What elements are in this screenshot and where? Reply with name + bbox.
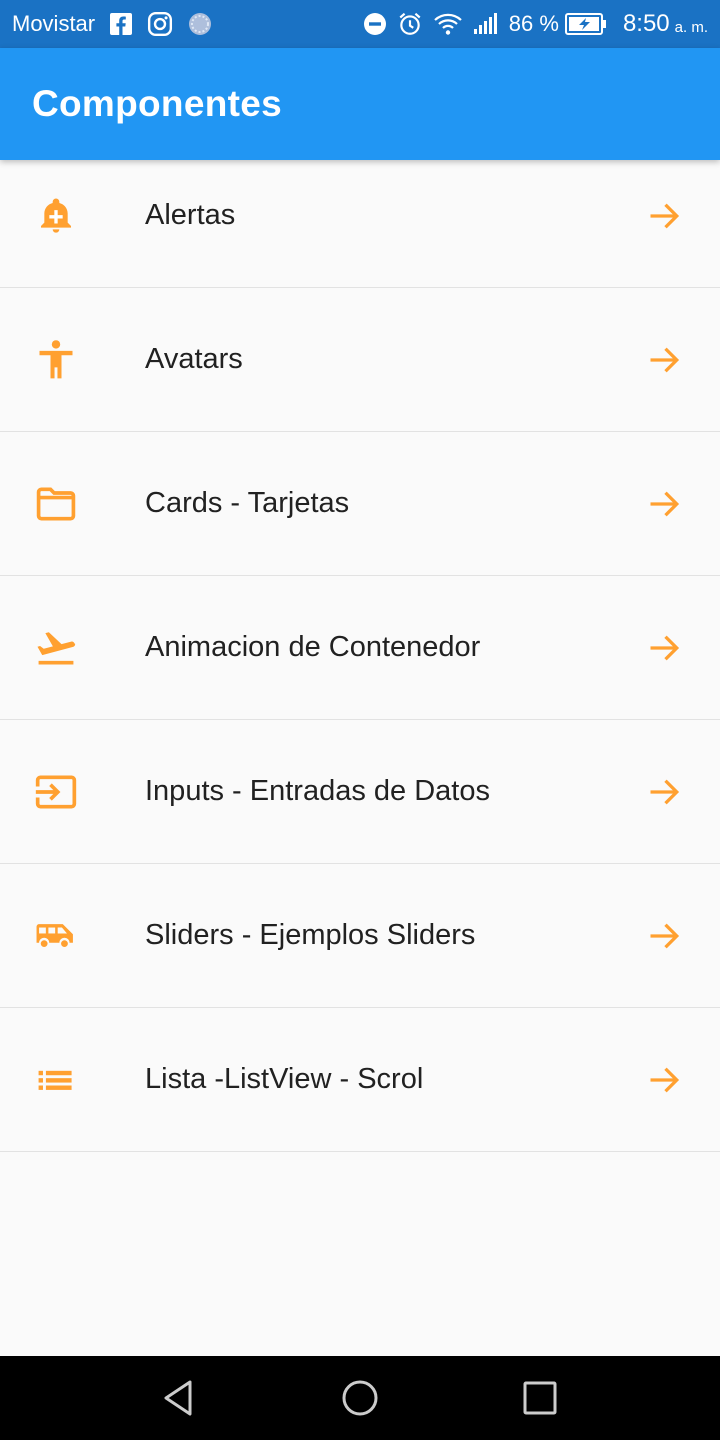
airport-shuttle-icon	[34, 914, 78, 958]
home-icon[interactable]	[330, 1368, 390, 1428]
menu-list: Alertas Avatars Cards - Tarjetas Animaci…	[0, 144, 720, 1152]
carrier-name: Movistar	[12, 11, 96, 36]
clock-suffix: a. m.	[674, 18, 708, 36]
arrow-forward-icon[interactable]	[644, 484, 684, 524]
status-bar-left: Movistar	[12, 11, 227, 37]
list-item-label: Avatars	[145, 343, 243, 375]
signal-icon	[473, 13, 499, 35]
list-item-alertas[interactable]: Alertas	[0, 144, 720, 288]
list-item-lista[interactable]: Lista -ListView - Scrol	[0, 1008, 720, 1152]
list-item-avatars[interactable]: Avatars	[0, 288, 720, 432]
input-icon	[34, 770, 78, 814]
screen: Movistar 86 % 8:50 a. m. Componentes Ale…	[0, 0, 720, 1440]
sync-dots-icon	[187, 11, 213, 37]
back-icon[interactable]	[150, 1368, 210, 1428]
facebook-icon	[109, 12, 133, 36]
navigation-bar	[0, 1356, 720, 1440]
arrow-forward-icon[interactable]	[644, 1060, 684, 1100]
alarm-icon	[397, 11, 423, 37]
arrow-forward-icon[interactable]	[644, 340, 684, 380]
list-item-label: Inputs - Entradas de Datos	[145, 775, 490, 807]
list-item-inputs[interactable]: Inputs - Entradas de Datos	[0, 720, 720, 864]
app-bar: Componentes	[0, 48, 720, 160]
arrow-forward-icon[interactable]	[644, 916, 684, 956]
wifi-icon	[433, 11, 463, 37]
list-item-cards[interactable]: Cards - Tarjetas	[0, 432, 720, 576]
list-item-label: Alertas	[145, 199, 236, 231]
list-item-label: Animacion de Contenedor	[145, 631, 481, 663]
arrow-forward-icon[interactable]	[644, 772, 684, 812]
do-not-disturb-icon	[363, 12, 387, 36]
recents-icon[interactable]	[510, 1368, 570, 1428]
add-alert-icon	[34, 194, 78, 238]
page-title: Componentes	[32, 83, 282, 124]
battery-charging-icon	[564, 12, 607, 36]
list-item-label: Cards - Tarjetas	[145, 487, 350, 519]
list-item-label: Lista -ListView - Scrol	[145, 1063, 424, 1095]
folder-icon	[34, 482, 78, 526]
status-bar: Movistar 86 % 8:50 a. m.	[0, 0, 720, 48]
status-bar-right: 86 % 8:50 a. m.	[363, 10, 708, 38]
battery-percent: 86 %	[508, 11, 559, 36]
arrow-forward-icon[interactable]	[644, 628, 684, 668]
list-icon	[34, 1058, 78, 1102]
instagram-icon	[147, 11, 173, 37]
flight-takeoff-icon	[34, 626, 78, 670]
list-item-label: Sliders - Ejemplos Sliders	[145, 919, 476, 951]
list-item-animacion[interactable]: Animacion de Contenedor	[0, 576, 720, 720]
arrow-forward-icon[interactable]	[644, 196, 684, 236]
clock-time: 8:50	[622, 10, 670, 37]
list-item-sliders[interactable]: Sliders - Ejemplos Sliders	[0, 864, 720, 1008]
accessibility-icon	[34, 338, 78, 382]
